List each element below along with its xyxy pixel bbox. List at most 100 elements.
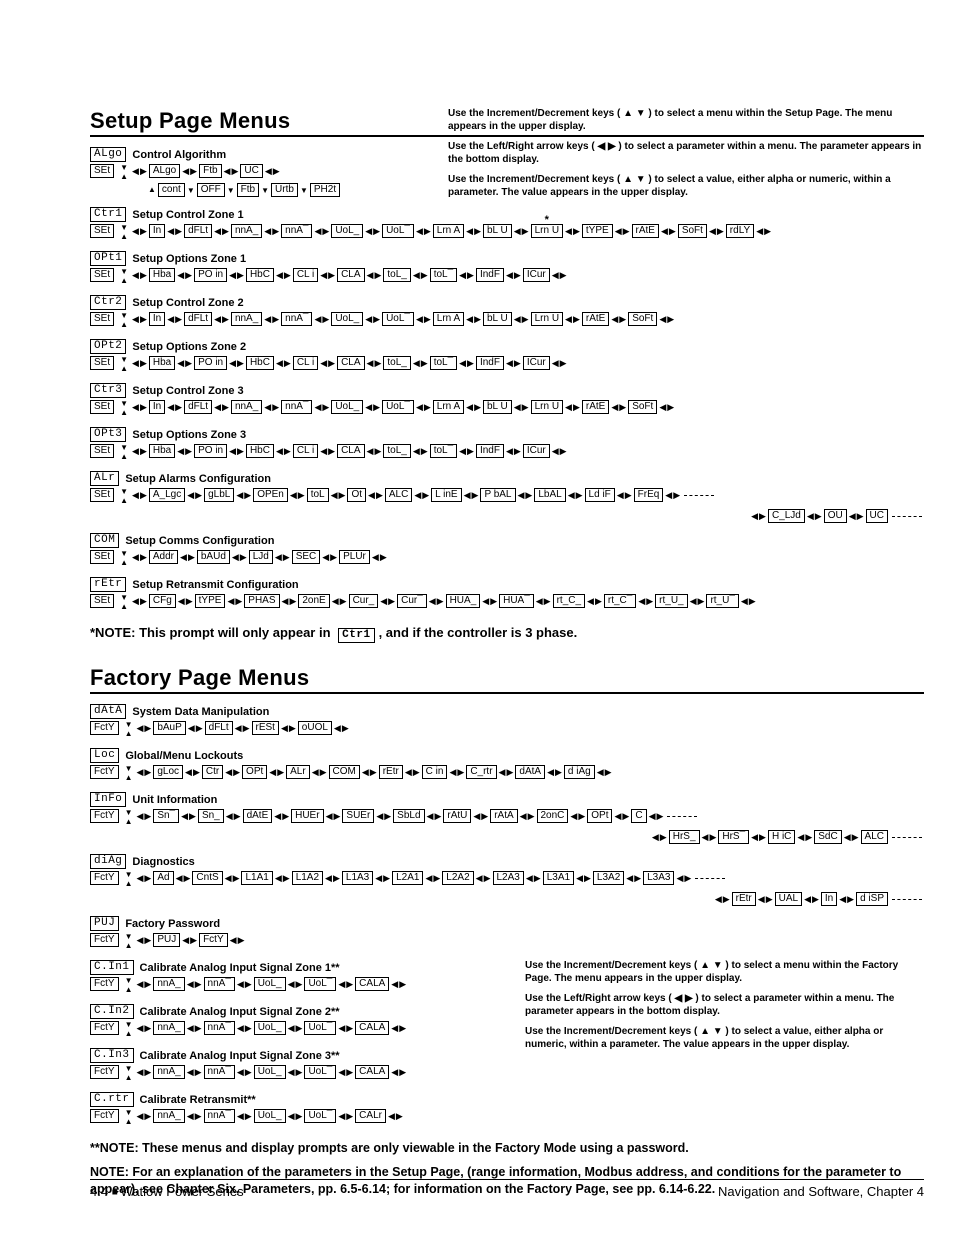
param-box: ALr (286, 765, 310, 779)
left-right-icon (132, 488, 147, 502)
left-right-icon (459, 268, 474, 282)
param-box: H iC (768, 830, 795, 844)
left-right-icon (235, 721, 250, 735)
left-right-icon (187, 488, 202, 502)
param-box: nnA_ (153, 1109, 184, 1123)
left-right-icon (751, 832, 766, 843)
asterisk-icon: * (545, 213, 549, 227)
param-box: Hba (149, 356, 175, 370)
param-box: UoL_ (331, 224, 363, 238)
param-box: In (149, 312, 165, 326)
menu-label: Global/Menu Lockouts (125, 750, 243, 762)
param-box: In (149, 400, 165, 414)
left-right-icon (565, 312, 580, 326)
left-right-icon (182, 164, 197, 178)
left-right-icon (702, 832, 717, 843)
left-right-icon (659, 400, 674, 414)
param-box: UC (866, 509, 888, 523)
left-right-icon (758, 894, 773, 905)
left-right-icon (756, 224, 771, 238)
menu-code-box: C.rtr (90, 1092, 134, 1107)
param-box: toL¯ (430, 356, 457, 370)
menu-block: ALrSetup Alarms ConfigurationSEt▼▲A_Lgcg… (90, 471, 924, 523)
instr-line: Use the Increment/Decrement keys ( ▲ ▼ )… (448, 108, 923, 133)
left-right-icon (312, 765, 327, 779)
param-box: PHAS (244, 594, 279, 608)
dashed-connector (892, 899, 922, 900)
menu-body: SEt▼▲ALgoFtbUC (90, 164, 924, 181)
menu-label: Factory Password (125, 918, 220, 930)
left-right-icon (338, 1109, 353, 1123)
param-box: C (631, 809, 646, 823)
left-right-icon (459, 356, 474, 370)
page-box: SEt (90, 488, 114, 502)
param-box: CALA (355, 1021, 389, 1035)
param-strip: A_LgcgLbLOPEntoLOtALCL inEP bALLbALLd iF… (132, 488, 716, 502)
dashed-connector (695, 878, 725, 879)
left-right-icon (320, 268, 335, 282)
left-right-icon (652, 832, 667, 843)
param-box: PO in (194, 444, 227, 458)
rule (90, 692, 924, 694)
left-right-icon (136, 933, 151, 947)
left-right-icon (506, 356, 521, 370)
up-down-icon: ▼▲ (120, 444, 128, 461)
menu-label: Setup Alarms Configuration (125, 473, 271, 485)
param-box: Sn_ (198, 809, 224, 823)
left-right-icon (226, 809, 241, 823)
left-right-icon (807, 511, 822, 522)
param-sub-row: ▲cont▼OFF▼Ftb▼Urtb▼PH2t (90, 183, 924, 197)
param-box: nnA¯ (281, 224, 312, 238)
param-box: L2A3 (493, 871, 524, 885)
menu-block: Ctr1Setup Control Zone 1SEt▼▲IndFLtnnA_n… (90, 207, 924, 241)
menu-block: C.rtrCalibrate Retransmit**FctY▼▲nnA_nnA… (90, 1092, 924, 1126)
param-strip: IndFLtnnA_nnA¯UoL_UoL¯Lrn AbL ULrn U*tYP… (132, 224, 771, 238)
left-right-icon (844, 832, 859, 843)
continuation-row: C_LJdOUUC (90, 509, 924, 523)
left-right-icon (536, 594, 551, 608)
param-box: ICur (523, 444, 550, 458)
left-right-icon (570, 809, 585, 823)
menu-body: SEt▼▲HbaPO inHbCCL iCLAtoL_toL¯IndFICur (90, 268, 924, 285)
menu-code-box: C.In3 (90, 1048, 134, 1063)
left-right-icon (181, 809, 196, 823)
left-right-icon (797, 832, 812, 843)
param-box: UoL_ (331, 312, 363, 326)
param-box: nnA¯ (204, 977, 235, 991)
up-down-icon: ▼▲ (125, 871, 133, 888)
param-box: dFLt (184, 224, 212, 238)
param-box: dFLt (184, 312, 212, 326)
param-box: Lrn U (531, 312, 563, 326)
menu-body: SEt▼▲AddrbAUdLJdSECPLUr (90, 550, 924, 567)
left-right-icon (839, 894, 854, 905)
menu-label: Setup Control Zone 1 (132, 209, 243, 221)
left-right-icon (237, 977, 252, 991)
left-right-icon (338, 1065, 353, 1079)
param-box: 2onC (537, 809, 569, 823)
menu-block: LocGlobal/Menu LockoutsFctY▼▲gLocCtrOPtA… (90, 748, 924, 782)
param-box: CLA (337, 444, 364, 458)
menu-code-box: OPt2 (90, 339, 126, 354)
left-right-icon (597, 765, 612, 779)
factory-menus: dAtASystem Data ManipulationFctY▼▲bAuPdF… (90, 704, 924, 1126)
menu-code-box: OPt1 (90, 251, 126, 266)
menu-block: diAgDiagnosticsFctY▼▲AdCntSL1A1L1A2L1A3L… (90, 854, 924, 906)
param-box: cont (158, 183, 185, 197)
param-box: L3A1 (543, 871, 574, 885)
left-right-icon (331, 488, 346, 502)
menu-code-box: InFo (90, 792, 126, 807)
param-box: rESt (252, 721, 279, 735)
param-box: nnA¯ (281, 400, 312, 414)
param-box: SdC (814, 830, 841, 844)
param-box: rAtA (490, 809, 517, 823)
menu-block: Ctr3Setup Control Zone 3SEt▼▲IndFLtnnA_n… (90, 383, 924, 417)
param-box: IndF (476, 444, 504, 458)
param-box: rAtE (632, 224, 659, 238)
left-right-icon (365, 224, 380, 238)
left-right-icon (288, 977, 303, 991)
left-right-icon (334, 721, 349, 735)
param-box: rdLY (726, 224, 754, 238)
param-box: IndF (476, 268, 504, 282)
dashed-connector (667, 816, 697, 817)
param-strip: nnA_nnA¯UoL_UoL¯CALA (136, 1021, 406, 1035)
